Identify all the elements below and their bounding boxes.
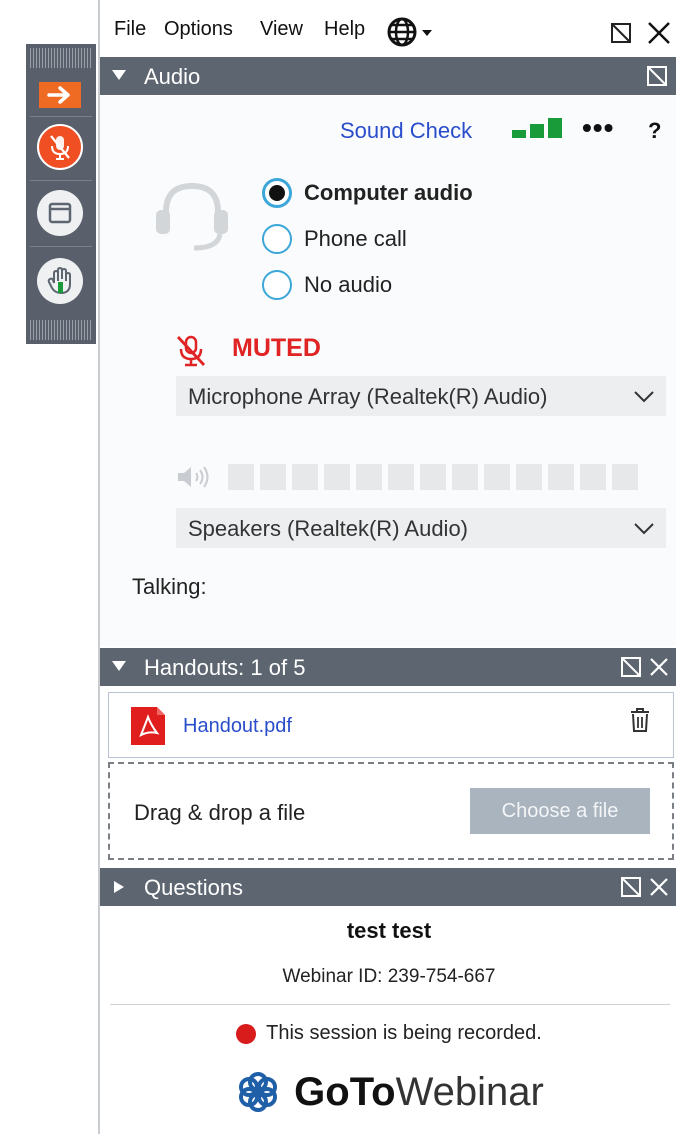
- pdf-file-icon: [131, 707, 165, 745]
- help-button[interactable]: ?: [648, 118, 661, 144]
- level-segment: [548, 464, 574, 490]
- control-panel: File Options View Help Audio Sound Check: [98, 0, 676, 1134]
- expand-triangle-icon[interactable]: [112, 881, 126, 893]
- audio-panel: Sound Check ••• ? Computer audio Phone c…: [100, 96, 676, 646]
- level-segment: [420, 464, 446, 490]
- window-icon: [48, 202, 72, 224]
- drop-zone-label: Drag & drop a file: [134, 800, 306, 825]
- speaker-select[interactable]: Speakers (Realtek(R) Audio): [176, 508, 666, 548]
- microphone-muted-icon: [176, 335, 206, 367]
- questions-section-header[interactable]: Questions: [100, 868, 676, 906]
- close-icon[interactable]: [646, 20, 672, 46]
- signal-level-icon: [512, 118, 562, 138]
- file-drop-zone[interactable]: Drag & drop a file Choose a file: [108, 762, 674, 860]
- questions-section-title: Questions: [144, 875, 244, 900]
- recording-notice: This session is being recorded.: [100, 1022, 676, 1045]
- raise-hand-button[interactable]: [37, 258, 83, 304]
- choose-file-button[interactable]: Choose a file: [470, 788, 650, 834]
- gotowebinar-logo-icon: [239, 1072, 278, 1112]
- footer-divider: [110, 1004, 670, 1005]
- speaker-volume-icon: [178, 466, 209, 488]
- expand-panel-button[interactable]: [39, 82, 81, 108]
- undock-window-icon[interactable]: [610, 22, 632, 44]
- microphone-select[interactable]: Microphone Array (Realtek(R) Audio): [176, 376, 666, 416]
- brand-name-bold: GoTo: [294, 1069, 396, 1114]
- radio-selected-dot: [269, 185, 285, 201]
- recording-text: This session is being recorded.: [266, 1022, 542, 1044]
- handouts-section-title: Handouts: 1 of 5: [144, 655, 306, 680]
- headset-icon: [156, 182, 228, 251]
- floating-control-toolbar: [26, 44, 96, 344]
- raise-hand-icon: [47, 267, 71, 294]
- level-segment: [356, 464, 382, 490]
- level-segment: [324, 464, 350, 490]
- microphone-muted-icon: [50, 135, 70, 160]
- menu-options[interactable]: Options: [164, 18, 233, 41]
- undock-audio-icon[interactable]: [646, 65, 668, 87]
- level-segment: [580, 464, 606, 490]
- undock-handouts-icon[interactable]: [620, 656, 642, 678]
- level-segment: [484, 464, 510, 490]
- level-segment: [260, 464, 286, 490]
- arrow-right-icon: [47, 86, 70, 104]
- level-segment: [228, 464, 254, 490]
- undock-questions-icon[interactable]: [620, 876, 642, 898]
- brand-logo-row: GoTo Webinar: [100, 1068, 676, 1116]
- level-segment: [452, 464, 478, 490]
- radio-button[interactable]: [262, 178, 292, 208]
- microphone-select-value: Microphone Array (Realtek(R) Audio): [188, 384, 548, 409]
- chevron-down-icon: [634, 391, 654, 403]
- audio-section-title: Audio: [144, 64, 201, 89]
- radio-label: No audio: [304, 272, 393, 297]
- radio-no-audio[interactable]: No audio: [262, 268, 392, 302]
- talking-label: Talking:: [132, 574, 207, 599]
- mute-microphone-button[interactable]: [37, 124, 83, 170]
- chevron-down-icon: [634, 523, 654, 535]
- radio-computer-audio[interactable]: Computer audio: [262, 176, 473, 210]
- toolbar-drag-handle-bottom[interactable]: [30, 320, 92, 340]
- toolbar-drag-handle-top[interactable]: [30, 48, 92, 68]
- radio-phone-call[interactable]: Phone call: [262, 222, 407, 256]
- mute-status-label: MUTED: [232, 334, 321, 362]
- level-segment: [292, 464, 318, 490]
- screen-share-button[interactable]: [37, 190, 83, 236]
- close-icon[interactable]: [648, 876, 670, 898]
- webinar-title: test test: [346, 918, 432, 943]
- speaker-level-meter: [228, 464, 638, 490]
- level-segment: [612, 464, 638, 490]
- more-options-button[interactable]: •••: [582, 112, 614, 144]
- webinar-id: Webinar ID: 239-754-667: [282, 966, 496, 987]
- close-icon[interactable]: [648, 656, 670, 678]
- menu-help[interactable]: Help: [324, 18, 365, 41]
- radio-label: Phone call: [304, 226, 407, 251]
- level-segment: [516, 464, 542, 490]
- menu-view[interactable]: View: [260, 18, 303, 41]
- toolbar-divider: [30, 116, 92, 117]
- level-segment: [388, 464, 414, 490]
- toolbar-divider: [30, 246, 92, 247]
- audio-section-header[interactable]: Audio: [100, 57, 676, 95]
- handout-file-item[interactable]: Handout.pdf: [108, 692, 674, 758]
- brand-name-light: Webinar: [395, 1069, 544, 1114]
- menu-file[interactable]: File: [114, 18, 146, 41]
- menu-bar: File Options View Help: [100, 0, 676, 56]
- toolbar-divider: [30, 180, 92, 181]
- radio-label: Computer audio: [304, 180, 473, 205]
- recording-dot-icon: [236, 1023, 257, 1044]
- radio-button[interactable]: [262, 224, 292, 254]
- handouts-section-header[interactable]: Handouts: 1 of 5: [100, 648, 676, 686]
- trash-icon[interactable]: [629, 707, 651, 733]
- globe-icon[interactable]: [386, 16, 434, 48]
- radio-button[interactable]: [262, 270, 292, 300]
- collapse-triangle-icon[interactable]: [112, 661, 126, 673]
- sound-check-link[interactable]: Sound Check: [340, 118, 472, 144]
- collapse-triangle-icon[interactable]: [112, 70, 126, 82]
- speaker-select-value: Speakers (Realtek(R) Audio): [188, 516, 469, 541]
- handout-file-name[interactable]: Handout.pdf: [183, 715, 292, 738]
